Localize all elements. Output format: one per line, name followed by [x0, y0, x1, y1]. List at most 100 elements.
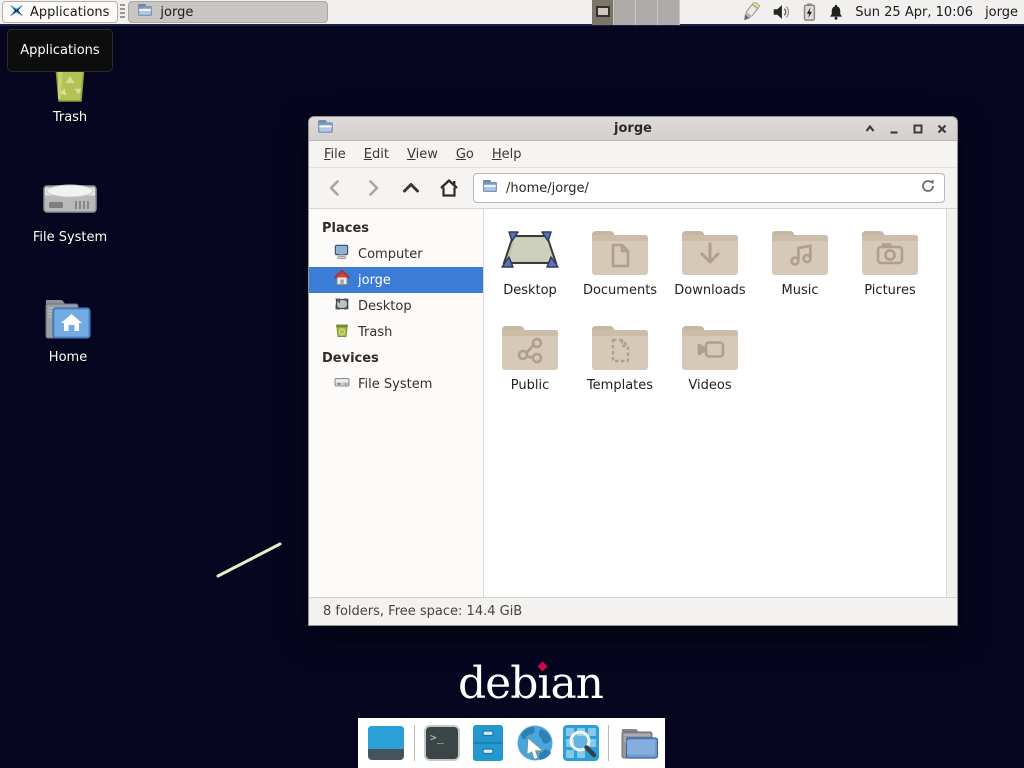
- file-item-downloads[interactable]: Downloads: [665, 217, 755, 312]
- desktop-pad-icon: [498, 217, 562, 277]
- maximize-icon[interactable]: [911, 122, 925, 136]
- sidebar-item-computer[interactable]: Computer: [309, 241, 483, 267]
- window-title: jorge: [309, 121, 957, 136]
- logo-text-i: ı: [537, 658, 550, 709]
- stylus-icon[interactable]: [738, 2, 762, 23]
- sidebar-item-trash[interactable]: Trash: [309, 319, 483, 345]
- desktop-icon-home[interactable]: Home: [20, 292, 116, 365]
- logo-text-post: an: [550, 658, 603, 709]
- app-finder-icon[interactable]: [560, 722, 601, 764]
- menu-view[interactable]: View: [398, 143, 447, 166]
- menubar: File Edit View Go Help: [309, 141, 957, 168]
- folder-music-icon: [768, 217, 832, 277]
- toolbar: /home/jorge/: [309, 168, 957, 209]
- sidebar-header-devices: Devices: [309, 345, 483, 371]
- hard-drive-icon: [22, 172, 118, 224]
- window-body: Places Computer: [309, 209, 957, 597]
- file-manager-icon[interactable]: [468, 722, 509, 764]
- file-item-label: Videos: [688, 378, 731, 393]
- file-item-documents[interactable]: Documents: [575, 217, 665, 312]
- sidebar-header-places: Places: [309, 215, 483, 241]
- home-icon[interactable]: [435, 174, 463, 202]
- sidebar-item-jorge[interactable]: jorge: [309, 267, 483, 293]
- taskbar-window-label: jorge: [160, 5, 193, 20]
- notifications-bell-icon[interactable]: [827, 2, 845, 22]
- file-item-pictures[interactable]: Pictures: [845, 217, 935, 312]
- menu-edit[interactable]: Edit: [355, 143, 398, 166]
- hard-drive-icon: [334, 374, 350, 394]
- desktop-icon-file-system[interactable]: File System: [22, 172, 118, 245]
- minimize-icon[interactable]: [887, 122, 901, 136]
- computer-icon: [334, 244, 350, 264]
- panel-clock[interactable]: Sun 25 Apr, 10:06: [855, 5, 973, 20]
- sidebar-item-label: Computer: [358, 247, 423, 262]
- folder-icon: [137, 3, 153, 21]
- file-item-templates[interactable]: Templates: [575, 312, 665, 407]
- panel-grip: [120, 4, 125, 20]
- shade-icon[interactable]: [863, 122, 877, 136]
- applications-menu-button[interactable]: Applications: [2, 1, 118, 23]
- workspace-4[interactable]: [658, 0, 680, 25]
- user-home-icon: [334, 270, 350, 290]
- logo-text-pre: deb: [458, 658, 537, 709]
- file-view[interactable]: Desktop Docume: [484, 209, 946, 597]
- desktop-icon-label: File System: [22, 230, 118, 245]
- terminal-icon[interactable]: > _: [422, 722, 463, 764]
- workspace-2[interactable]: [614, 0, 636, 25]
- file-item-label: Pictures: [864, 283, 915, 298]
- file-item-label: Public: [511, 378, 549, 393]
- menu-file[interactable]: File: [315, 143, 355, 166]
- up-icon[interactable]: [397, 174, 425, 202]
- titlebar[interactable]: jorge: [309, 117, 957, 141]
- vertical-scrollbar[interactable]: [946, 209, 957, 597]
- web-browser-icon[interactable]: [514, 722, 555, 764]
- desktop-icon: [334, 296, 350, 316]
- applications-menu-label: Applications: [30, 5, 109, 20]
- forward-icon[interactable]: [359, 174, 387, 202]
- svg-text:>: >: [430, 731, 437, 744]
- volume-icon[interactable]: [771, 2, 791, 22]
- reload-icon[interactable]: [920, 178, 936, 198]
- folder-templates-icon: [588, 312, 652, 372]
- sidebar-item-label: File System: [358, 377, 432, 392]
- sidebar-item-label: Trash: [358, 325, 392, 340]
- dock: > _: [358, 718, 665, 768]
- debian-logo: debıan: [458, 658, 603, 709]
- svg-text:_: _: [437, 731, 444, 744]
- file-item-label: Music: [782, 283, 819, 298]
- taskbar-window-button[interactable]: jorge: [128, 1, 328, 23]
- statusbar: 8 folders, Free space: 14.4 GiB: [309, 597, 957, 625]
- file-item-music[interactable]: Music: [755, 217, 845, 312]
- home-folder-icon: [20, 292, 116, 344]
- back-icon[interactable]: [321, 174, 349, 202]
- statusbar-text: 8 folders, Free space: 14.4 GiB: [323, 604, 522, 619]
- desktop-icon-label: Trash: [22, 110, 118, 125]
- folder-documents-icon: [588, 217, 652, 277]
- path-input[interactable]: /home/jorge/: [506, 181, 912, 196]
- file-item-public[interactable]: Public: [485, 312, 575, 407]
- panel-username[interactable]: jorge: [985, 5, 1018, 20]
- folder-downloads-icon: [678, 217, 742, 277]
- close-icon[interactable]: [935, 122, 949, 136]
- workspace-3[interactable]: [636, 0, 658, 25]
- battery-icon[interactable]: [800, 2, 818, 22]
- sidebar-item-label: jorge: [358, 273, 391, 288]
- sidebar-item-label: Desktop: [358, 299, 412, 314]
- dock-separator: [414, 725, 415, 761]
- file-item-desktop[interactable]: Desktop: [485, 217, 575, 312]
- sidebar-item-desktop[interactable]: Desktop: [309, 293, 483, 319]
- folder-public-icon: [498, 312, 562, 372]
- file-grid: Desktop Docume: [485, 217, 940, 407]
- file-item-videos[interactable]: Videos: [665, 312, 755, 407]
- trash-icon: [334, 322, 350, 342]
- menu-help[interactable]: Help: [483, 143, 531, 166]
- path-bar[interactable]: /home/jorge/: [473, 173, 945, 203]
- menu-go[interactable]: Go: [447, 143, 483, 166]
- file-item-label: Documents: [583, 283, 657, 298]
- xfce-logo-icon: [8, 2, 25, 23]
- sidebar-item-file-system[interactable]: File System: [309, 371, 483, 397]
- show-desktop-icon[interactable]: [365, 722, 407, 764]
- directory-menu-icon[interactable]: [616, 722, 658, 764]
- workspace-1[interactable]: [592, 0, 614, 25]
- dock-separator: [608, 725, 609, 761]
